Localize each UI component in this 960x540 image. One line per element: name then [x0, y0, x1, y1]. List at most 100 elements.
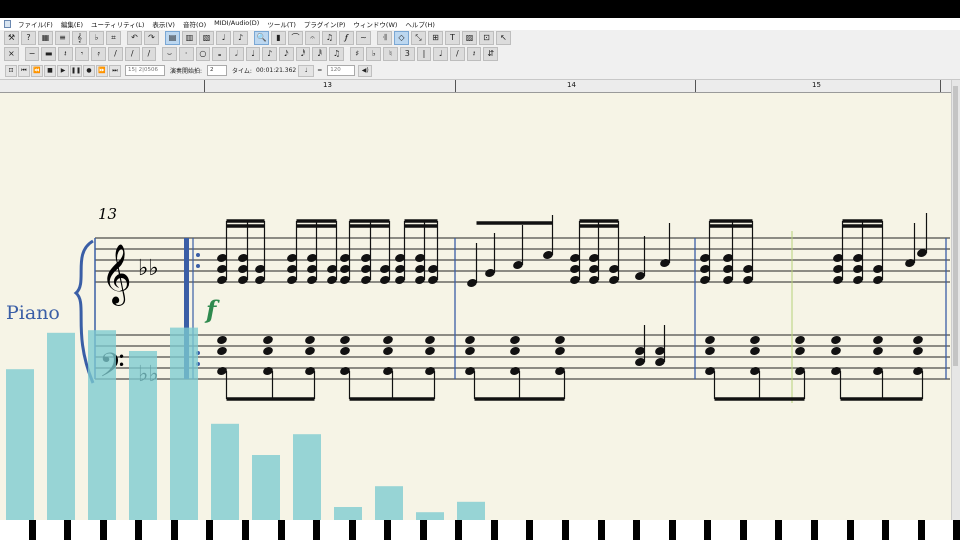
menu-item-2[interactable]: ユーティリティ(L) — [87, 19, 148, 29]
lyrics-tool-icon[interactable]: 𝄐 — [305, 31, 320, 45]
dot-icon[interactable]: · — [178, 47, 194, 61]
tie-icon[interactable]: ⌣ — [162, 47, 177, 61]
tempo-note-icon[interactable]: ♩ — [298, 64, 315, 77]
notehead[interactable] — [262, 335, 274, 346]
sixteenth-note-icon[interactable]: 𝅘𝅥𝅯 — [279, 47, 294, 61]
chord-tool-icon[interactable]: ♫ — [322, 31, 337, 45]
staff-style-tool-icon[interactable]: ⊡ — [479, 31, 494, 45]
clef-tool-icon[interactable]: 𝄞 — [72, 31, 87, 45]
menu-item-3[interactable]: 表示(V) — [148, 19, 179, 29]
menu-item-9[interactable]: ヘルプ(H) — [401, 19, 438, 29]
thirtysecond-note-icon[interactable]: 𝅘𝅥𝅰 — [295, 47, 311, 61]
record-icon[interactable]: ● — [83, 64, 95, 77]
mirror-tool-icon[interactable]: ◇ — [394, 31, 409, 45]
vertical-scrollbar[interactable] — [951, 80, 960, 520]
notehead[interactable] — [704, 346, 716, 357]
quarter-note-icon[interactable]: ♩ — [245, 47, 261, 61]
notehead[interactable] — [464, 346, 476, 357]
cross-staff-icon[interactable]: ⇵ — [483, 47, 499, 61]
sharp-icon[interactable]: ♯ — [349, 47, 365, 61]
whole-note-icon[interactable]: 𝅝 — [212, 47, 227, 61]
pointer-tool-icon[interactable]: ↖ — [496, 31, 511, 45]
notehead[interactable] — [216, 335, 228, 346]
notehead[interactable] — [304, 346, 316, 357]
notehead[interactable] — [704, 335, 716, 346]
zoom-tool-icon[interactable]: 🔍 — [254, 31, 269, 45]
repeat-tool-icon[interactable]: 𝄇 — [377, 31, 392, 45]
notehead[interactable] — [830, 335, 842, 346]
notehead[interactable] — [912, 346, 924, 357]
slash-icon[interactable]: / — [450, 47, 465, 61]
tuplet-icon[interactable]: 3 — [399, 47, 415, 61]
notehead[interactable] — [304, 335, 316, 346]
resize-tool-icon[interactable]: ⤡ — [411, 31, 426, 45]
sixteenth-rest-icon[interactable]: 𝄿 — [91, 47, 107, 61]
menu-item-6[interactable]: ツール(T) — [263, 19, 300, 29]
fast-forward-icon[interactable]: ⏩ — [96, 64, 108, 77]
notehead[interactable] — [382, 335, 394, 346]
menu-item-4[interactable]: 音符(O) — [179, 19, 210, 29]
measure-tool-icon[interactable]: ▥ — [182, 31, 197, 45]
notehead[interactable] — [216, 346, 228, 357]
play-icon[interactable]: ▶ — [57, 64, 69, 77]
tempo-field[interactable]: 120 — [327, 65, 356, 76]
notehead[interactable] — [872, 335, 884, 346]
key-tool-icon[interactable]: ♭ — [89, 31, 104, 45]
cue-icon[interactable]: ♩ — [433, 47, 448, 61]
close-palette-icon[interactable]: × — [4, 47, 19, 61]
notehead[interactable] — [830, 346, 842, 357]
articulation-tool-icon[interactable]: ~ — [356, 31, 371, 45]
rest-toggle-icon[interactable]: 𝄽 — [466, 47, 482, 61]
page-tool-icon[interactable]: ▧ — [199, 31, 214, 45]
start-beat-field[interactable]: 2 — [207, 65, 228, 76]
menu-item-5[interactable]: MIDI/Audio(D) — [210, 19, 263, 29]
double-whole-note-icon[interactable]: ○ — [195, 47, 211, 61]
sixtyfourth-note-icon[interactable]: 𝅘𝅥𝅱 — [312, 47, 328, 61]
menu-item-7[interactable]: プラグイン(P) — [300, 19, 350, 29]
notehead[interactable] — [339, 346, 351, 357]
notehead[interactable] — [749, 335, 761, 346]
sixtyfourth-rest-icon[interactable]: / — [124, 47, 140, 61]
pause-icon[interactable]: ❚❚ — [70, 64, 82, 77]
wrench-tool-icon[interactable]: ⚒ — [4, 31, 19, 45]
text-tool-icon[interactable]: T — [445, 31, 460, 45]
select-tool-icon[interactable]: ▤ — [165, 31, 180, 45]
whole-rest-icon[interactable]: − — [24, 47, 40, 61]
notehead[interactable] — [554, 335, 566, 346]
scrollbar-thumb[interactable] — [953, 86, 958, 366]
quarter-rest-icon[interactable]: 𝄽 — [58, 47, 73, 61]
eighth-note-icon[interactable]: ♪ — [262, 47, 278, 61]
notehead[interactable] — [424, 335, 436, 346]
loop-icon[interactable]: ⊡ — [5, 64, 17, 77]
notehead[interactable] — [382, 346, 394, 357]
notehead[interactable] — [509, 346, 521, 357]
time-tool-icon[interactable]: ⌗ — [106, 31, 121, 45]
note-tool-icon[interactable]: ♩ — [216, 31, 231, 45]
natural-icon[interactable]: ♮ — [383, 47, 398, 61]
notehead[interactable] — [262, 346, 274, 357]
special-tool-icon[interactable]: ⊞ — [428, 31, 443, 45]
notehead[interactable] — [794, 346, 806, 357]
beam-icon[interactable]: ♫ — [329, 47, 344, 61]
staff-tool-icon[interactable]: ≡ — [55, 31, 70, 45]
rewind-start-icon[interactable]: ⏮ — [18, 64, 30, 77]
redo-icon[interactable]: ↷ — [144, 31, 159, 45]
menu-item-1[interactable]: 編集(E) — [57, 19, 87, 29]
notehead[interactable] — [872, 346, 884, 357]
notehead[interactable] — [912, 335, 924, 346]
eighth-rest-icon[interactable]: 𝄾 — [74, 47, 90, 61]
layout-tool-icon[interactable]: ▦ — [38, 31, 53, 45]
notehead[interactable] — [339, 335, 351, 346]
smart-shape-tool-icon[interactable]: ⌒ — [288, 31, 303, 45]
notehead[interactable] — [509, 335, 521, 346]
hand-tool-icon[interactable]: ▮ — [271, 31, 286, 45]
half-rest-icon[interactable]: ▬ — [41, 47, 57, 61]
rewind-icon[interactable]: ⏪ — [31, 64, 43, 77]
flat-icon[interactable]: ♭ — [366, 47, 382, 61]
score-canvas[interactable]: 13 Piano f 𝄞 𝄢 ♭♭ ♭♭ — [0, 93, 952, 520]
menu-item-8[interactable]: ウィンドウ(W) — [349, 19, 401, 29]
thirtysecond-rest-icon[interactable]: / — [108, 47, 123, 61]
expression-tool-icon[interactable]: 𝆑 — [339, 31, 354, 45]
grace-icon[interactable]: / — [141, 47, 157, 61]
undo-icon[interactable]: ↶ — [127, 31, 142, 45]
